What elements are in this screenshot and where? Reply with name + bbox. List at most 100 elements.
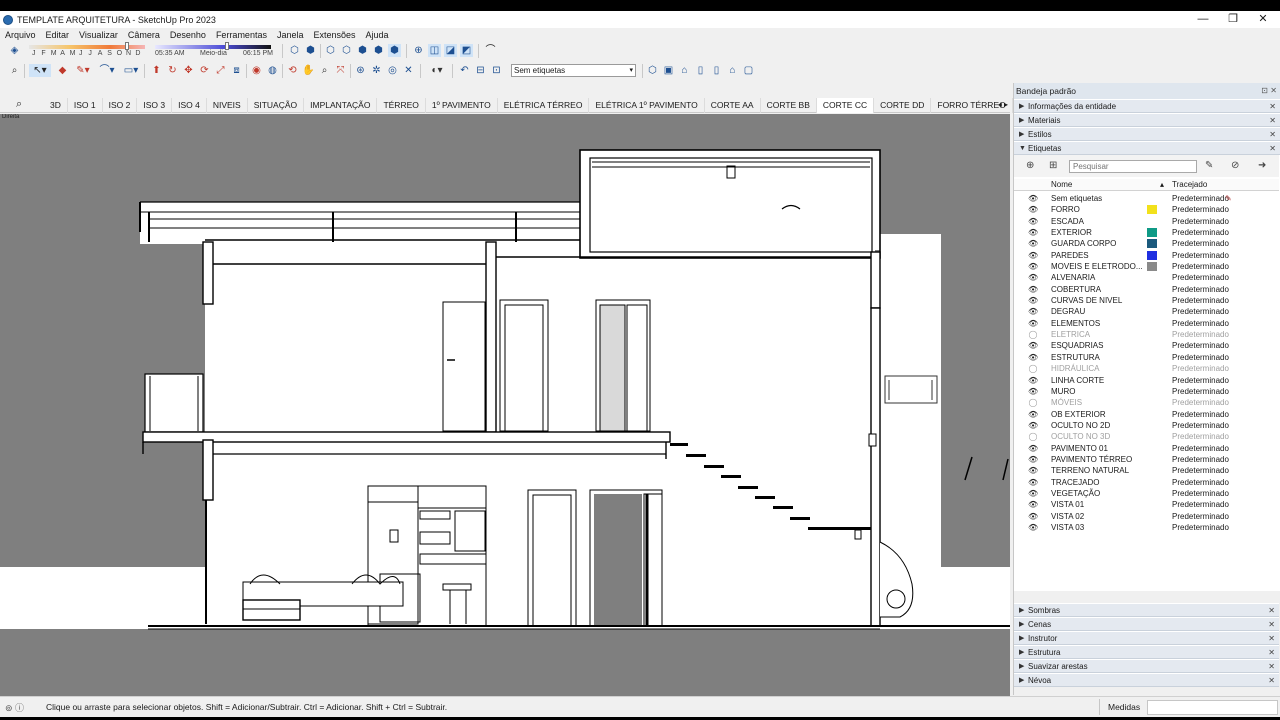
- tray-close-icon[interactable]: ✕: [1270, 83, 1277, 99]
- eye-hidden-icon[interactable]: ◯: [1028, 397, 1038, 408]
- tag-row[interactable]: 👁 CURVAS DE NIVEL Predeterminado: [1014, 295, 1279, 306]
- undo-camera-icon[interactable]: ↶: [458, 64, 471, 77]
- eye-visible-icon[interactable]: 👁: [1028, 295, 1038, 306]
- tag-row[interactable]: ◯ HIDRÁULICA Predeterminado: [1014, 363, 1279, 374]
- tag-color-swatch[interactable]: [1147, 205, 1157, 215]
- line-tool-icon[interactable]: ✎▾: [72, 64, 94, 77]
- panel-close-icon[interactable]: ✕: [1268, 674, 1275, 688]
- move-icon[interactable]: ✥: [182, 64, 195, 77]
- tag-row[interactable]: 👁 VEGETAÇÃO Predeterminado: [1014, 488, 1279, 499]
- eye-visible-icon[interactable]: 👁: [1028, 465, 1038, 476]
- tag-row[interactable]: 👁 OB EXTERIOR Predeterminado: [1014, 409, 1279, 420]
- tag-search-input[interactable]: [1069, 160, 1197, 173]
- tag-dash[interactable]: Predeterminado: [1172, 284, 1229, 295]
- scene-tab[interactable]: ISO 3: [137, 98, 173, 113]
- iso-view-icon[interactable]: ⬡: [288, 44, 301, 57]
- eye-visible-icon[interactable]: 👁: [1028, 499, 1038, 510]
- tag-row[interactable]: 👁 FORRO Predeterminado: [1014, 204, 1279, 215]
- tag-row[interactable]: 👁 EXTERIOR Predeterminado: [1014, 227, 1279, 238]
- add-tag-icon[interactable]: ⊕: [1026, 160, 1034, 171]
- zoom-extents-icon[interactable]: ⤧: [334, 64, 347, 77]
- panel-header[interactable]: ▶ Estrutura ✕: [1014, 645, 1279, 659]
- measurements-input[interactable]: [1147, 700, 1278, 715]
- scale-icon[interactable]: ⤢: [214, 64, 227, 77]
- panel-header-etiquetas[interactable]: ▼ Etiquetas ✕: [1014, 141, 1280, 155]
- components-icon[interactable]: ✲: [370, 64, 383, 77]
- tag-dash[interactable]: Predeterminado: [1172, 238, 1229, 249]
- shaded-style-icon[interactable]: ⬢: [372, 44, 385, 57]
- tag-row[interactable]: 👁 VISTA 03 Predeterminado: [1014, 522, 1279, 533]
- tag-row[interactable]: 👁 MURO Predeterminado: [1014, 386, 1279, 397]
- tag-row[interactable]: 👁 PAVIMENTO 01 Predeterminado: [1014, 443, 1279, 454]
- panel-header[interactable]: ▶ Cenas ✕: [1014, 617, 1279, 631]
- tag-dash[interactable]: Predeterminado: [1172, 454, 1229, 465]
- eye-visible-icon[interactable]: 👁: [1028, 488, 1038, 499]
- tag-dash[interactable]: Predeterminado: [1172, 488, 1229, 499]
- tag-row[interactable]: 👁 COBERTURA Predeterminado: [1014, 284, 1279, 295]
- status-info-icon[interactable]: ⊚ ⓘ: [5, 701, 24, 714]
- section-cut-icon[interactable]: ◪: [444, 44, 457, 57]
- sort-arrow-icon[interactable]: ▴: [1160, 179, 1164, 191]
- extension-warehouse-icon[interactable]: ◎: [386, 64, 399, 77]
- scene-tab[interactable]: CORTE AA: [705, 98, 761, 113]
- left-camera-icon[interactable]: ⌂: [726, 64, 739, 77]
- eye-visible-icon[interactable]: 👁: [1028, 227, 1038, 238]
- tag-row[interactable]: 👁 VISTA 02 Predeterminado: [1014, 511, 1279, 522]
- minimize-button[interactable]: —: [1188, 11, 1218, 28]
- tag-dash[interactable]: Predeterminado: [1172, 363, 1229, 374]
- tag-dash[interactable]: Predeterminado: [1172, 329, 1229, 340]
- active-tag-select[interactable]: Sem etiquetas ▾: [511, 64, 636, 77]
- tag-filter-icon[interactable]: ⊘: [1231, 160, 1239, 171]
- tag-dash[interactable]: Predeterminado: [1172, 261, 1229, 272]
- tag-row[interactable]: 👁 VISTA 01 Predeterminado: [1014, 499, 1279, 510]
- tag-row[interactable]: 👁 ESCADA Predeterminado: [1014, 216, 1279, 227]
- menu-arquivo[interactable]: Arquivo: [0, 30, 41, 40]
- eye-visible-icon[interactable]: 👁: [1028, 386, 1038, 397]
- scene-tab[interactable]: ELÉTRICA TÉRREO: [498, 98, 590, 113]
- eye-visible-icon[interactable]: 👁: [1028, 443, 1038, 454]
- wireframe-style-icon[interactable]: ⬡: [340, 44, 353, 57]
- textured-style-icon[interactable]: ⬢: [388, 44, 401, 57]
- eye-hidden-icon[interactable]: ◯: [1028, 329, 1038, 340]
- scene-tab[interactable]: NIVEIS: [207, 98, 248, 113]
- panel-close-icon[interactable]: ✕: [1269, 128, 1276, 142]
- details-arrow-icon[interactable]: ➜: [1258, 160, 1266, 171]
- tag-dash[interactable]: Predeterminado: [1172, 306, 1229, 317]
- tag-row[interactable]: 👁 ESQUADRIAS Predeterminado: [1014, 340, 1279, 351]
- tag-dash[interactable]: Predeterminado: [1172, 295, 1229, 306]
- panel-close-icon[interactable]: ✕: [1269, 114, 1276, 128]
- tag-dash[interactable]: Predeterminado: [1172, 216, 1229, 227]
- tag-row[interactable]: 👁 PAREDES Predeterminado: [1014, 250, 1279, 261]
- panel-header[interactable]: ▶ Informações da entidade ✕: [1014, 99, 1280, 113]
- time-slider-handle[interactable]: [225, 42, 229, 50]
- scene-tab[interactable]: ELÉTRICA 1º PAVIMENTO: [589, 98, 705, 113]
- tag-dash[interactable]: Predeterminado: [1172, 193, 1229, 204]
- col-header-dash[interactable]: Tracejado: [1172, 179, 1207, 191]
- section-plane-icon[interactable]: ⊕: [412, 44, 425, 57]
- panel-close-icon[interactable]: ✕: [1269, 100, 1276, 114]
- menu-extensoes[interactable]: Extensões: [309, 30, 361, 40]
- panel-close-icon[interactable]: ✕: [1268, 632, 1275, 646]
- tag-row[interactable]: 👁 MOVEIS E ELETRODO... Predeterminado: [1014, 261, 1279, 272]
- top-view-icon[interactable]: ⬢: [304, 44, 317, 57]
- tag-dash[interactable]: Predeterminado: [1172, 340, 1229, 351]
- panel-header[interactable]: ▶ Materiais ✕: [1014, 113, 1280, 127]
- arc-tool-icon[interactable]: ⌒▾: [96, 64, 118, 77]
- menu-camera[interactable]: Câmera: [123, 30, 165, 40]
- section-fill-icon[interactable]: ◩: [460, 44, 473, 57]
- eye-visible-icon[interactable]: 👁: [1028, 204, 1038, 215]
- tag-row[interactable]: ◯ MÓVEIS Predeterminado: [1014, 397, 1279, 408]
- eye-visible-icon[interactable]: 👁: [1028, 193, 1038, 204]
- scene-tab[interactable]: ISO 4: [172, 98, 207, 113]
- tab-scroll-arrows-icon[interactable]: ◂ ▸: [998, 98, 1008, 112]
- tag-row[interactable]: 👁 ELEMENTOS Predeterminado: [1014, 318, 1279, 329]
- eraser-icon[interactable]: ◆: [56, 64, 69, 77]
- scene-tab[interactable]: 3D: [44, 98, 68, 113]
- menu-ferramentas[interactable]: Ferramentas: [211, 30, 272, 40]
- zoom-tool-icon[interactable]: ⌕: [318, 64, 331, 77]
- eye-visible-icon[interactable]: 👁: [1028, 272, 1038, 283]
- menu-janela[interactable]: Janela: [272, 30, 309, 40]
- panel-header[interactable]: ▶ Suavizar arestas ✕: [1014, 659, 1279, 673]
- add-tag-folder-icon[interactable]: ⊞: [1049, 160, 1057, 171]
- close-button[interactable]: ✕: [1248, 11, 1278, 28]
